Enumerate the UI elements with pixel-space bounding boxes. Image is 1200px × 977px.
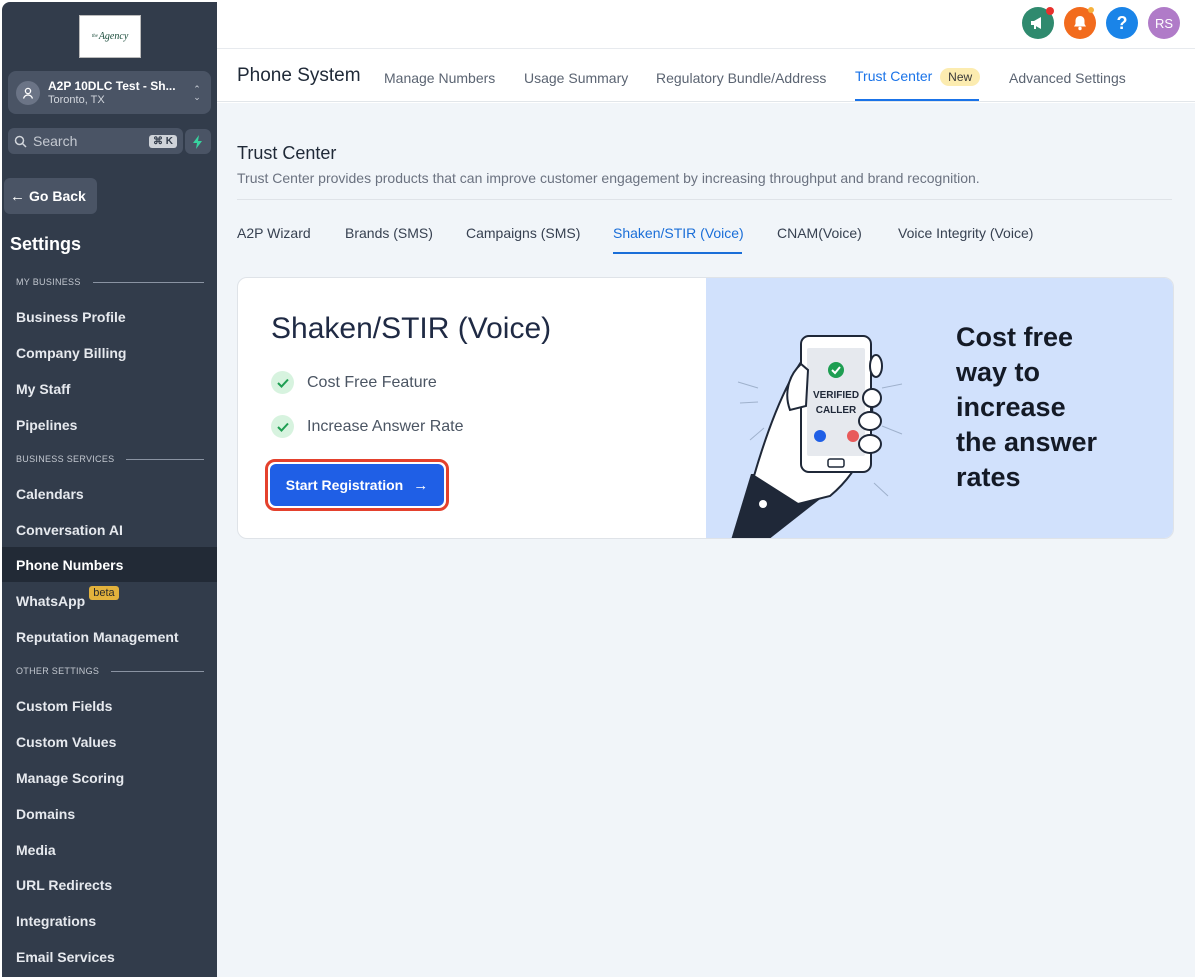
section-business-services: BUSINESS SERVICES (16, 454, 204, 464)
tab-regulatory-bundle[interactable]: Regulatory Bundle/Address (656, 70, 826, 86)
promo-line: the answer (956, 427, 1098, 457)
agency-logo[interactable]: the Agency (79, 15, 141, 58)
user-avatar[interactable]: RS (1148, 7, 1180, 39)
card-title: Shaken/STIR (Voice) (271, 312, 552, 345)
account-name: A2P 10DLC Test - Sh... (48, 78, 176, 93)
bell-icon (1074, 16, 1086, 31)
quick-action-button[interactable] (185, 129, 211, 154)
subtab-voice-integrity[interactable]: Voice Integrity (Voice) (898, 225, 1033, 241)
phone-system-header: Phone System Manage Numbers Usage Summar… (217, 48, 1195, 102)
sidebar-item-business-profile[interactable]: Business Profile (2, 299, 217, 334)
lightning-icon (193, 134, 202, 149)
logo-prefix: the (91, 34, 98, 39)
arrow-left-icon: ← (10, 187, 25, 205)
sidebar-item-company-billing[interactable]: Company Billing (2, 335, 217, 370)
caller-text: CALLER (816, 405, 857, 416)
section-other-settings: OTHER SETTINGS (16, 666, 204, 676)
section-my-business: MY BUSINESS (16, 277, 204, 287)
subtab-campaigns-sms[interactable]: Campaigns (SMS) (466, 225, 580, 241)
sidebar-item-url-redirects[interactable]: URL Redirects (2, 867, 217, 902)
chevron-up-down-icon: ⌃ ⌄ (193, 83, 201, 102)
sidebar-item-domains[interactable]: Domains (2, 796, 217, 831)
tab-usage-summary[interactable]: Usage Summary (524, 70, 628, 86)
help-button[interactable]: ? (1106, 7, 1138, 39)
question-icon: ? (1116, 12, 1128, 33)
sidebar-item-custom-values[interactable]: Custom Values (2, 724, 217, 759)
account-avatar-icon (16, 80, 40, 105)
promo-text: Cost free way to increase the answer rat… (956, 320, 1136, 495)
sidebar-item-phone-numbers[interactable]: Phone Numbers (2, 547, 217, 582)
sidebar: the Agency A2P 10DLC Test - Sh... Toronto… (2, 2, 217, 977)
trust-center-description: Trust Center provides products that can … (237, 170, 980, 186)
promo-line: Cost free (956, 322, 1074, 352)
search-shortcut: ⌘ K (149, 134, 177, 148)
start-registration-button[interactable]: Start Registration → (265, 459, 449, 511)
sidebar-item-integrations[interactable]: Integrations (2, 903, 217, 938)
subtab-brands-sms[interactable]: Brands (SMS) (345, 225, 433, 241)
whatsapp-label: WhatsApp (16, 592, 86, 609)
feature-item: Cost Free Feature (271, 371, 437, 394)
verified-text: VERIFIED (813, 390, 859, 401)
promo-line: rates (956, 462, 1021, 492)
settings-title: Settings (10, 234, 82, 254)
promo-panel: VERIFIED CALLER Cost free way to increas… (706, 278, 1173, 538)
subtab-cnam-voice[interactable]: CNAM(Voice) (777, 225, 862, 241)
tab-advanced-settings[interactable]: Advanced Settings (1009, 70, 1126, 86)
active-subtab-indicator (613, 252, 742, 254)
sidebar-item-reputation-management[interactable]: Reputation Management (2, 619, 217, 654)
start-registration-label: Start Registration (285, 477, 404, 493)
account-location: Toronto, TX (48, 93, 105, 106)
active-tab-indicator (855, 99, 979, 101)
logo-text: Agency (98, 31, 129, 42)
sidebar-item-pipelines[interactable]: Pipelines (2, 407, 217, 442)
trust-center-label: Trust Center (855, 68, 933, 84)
top-bar: ? RS (217, 2, 1195, 48)
arrow-right-icon: → (413, 476, 429, 494)
sidebar-item-custom-fields[interactable]: Custom Fields (2, 688, 217, 723)
go-back-button[interactable]: ← Go Back (4, 178, 97, 214)
sidebar-item-manage-scoring[interactable]: Manage Scoring (2, 760, 217, 795)
account-text: A2P 10DLC Test - Sh... Toronto, TX (48, 79, 191, 107)
notification-dot (1046, 7, 1054, 15)
main-content: Trust Center Trust Center provides produ… (217, 103, 1195, 977)
sidebar-item-conversation-ai[interactable]: Conversation AI (2, 512, 217, 547)
shaken-stir-card: Shaken/STIR (Voice) Cost Free Feature In… (237, 277, 1174, 539)
feature-label: Cost Free Feature (307, 373, 437, 391)
go-back-label: Go Back (29, 188, 86, 204)
sidebar-item-whatsapp[interactable]: WhatsApp beta (2, 583, 217, 618)
trust-center-title: Trust Center (237, 143, 337, 163)
new-badge: New (940, 68, 981, 86)
sidebar-item-calendars[interactable]: Calendars (2, 476, 217, 511)
start-registration-inner: Start Registration → (270, 464, 444, 506)
subtab-shaken-stir[interactable]: Shaken/STIR (Voice) (613, 225, 744, 241)
page-title: Phone System (237, 65, 361, 86)
verified-caller-phone-illustration: VERIFIED CALLER (731, 335, 903, 538)
search-icon (14, 135, 27, 148)
subtab-a2p-wizard[interactable]: A2P Wizard (237, 225, 311, 241)
tab-manage-numbers[interactable]: Manage Numbers (384, 70, 495, 86)
sidebar-item-email-services[interactable]: Email Services (2, 939, 217, 974)
feature-label: Increase Answer Rate (307, 417, 464, 435)
search-input[interactable]: Search ⌘ K (8, 128, 183, 154)
beta-badge: beta (89, 585, 119, 600)
megaphone-icon (1031, 17, 1041, 29)
notifications-button[interactable] (1064, 7, 1096, 39)
search-placeholder: Search (33, 133, 78, 149)
divider (237, 199, 1172, 200)
account-switcher[interactable]: A2P 10DLC Test - Sh... Toronto, TX ⌃ ⌄ (8, 71, 211, 114)
tab-trust-center[interactable]: Trust Center New (855, 68, 981, 86)
promo-line: way to (956, 357, 1041, 387)
announcements-button[interactable] (1022, 7, 1054, 39)
sidebar-item-media[interactable]: Media (2, 832, 217, 867)
bell-dot (1088, 7, 1094, 13)
promo-line: increase (956, 392, 1066, 422)
sidebar-item-my-staff[interactable]: My Staff (2, 371, 217, 406)
check-icon (271, 371, 294, 394)
feature-item: Increase Answer Rate (271, 415, 464, 438)
check-icon (271, 415, 294, 438)
